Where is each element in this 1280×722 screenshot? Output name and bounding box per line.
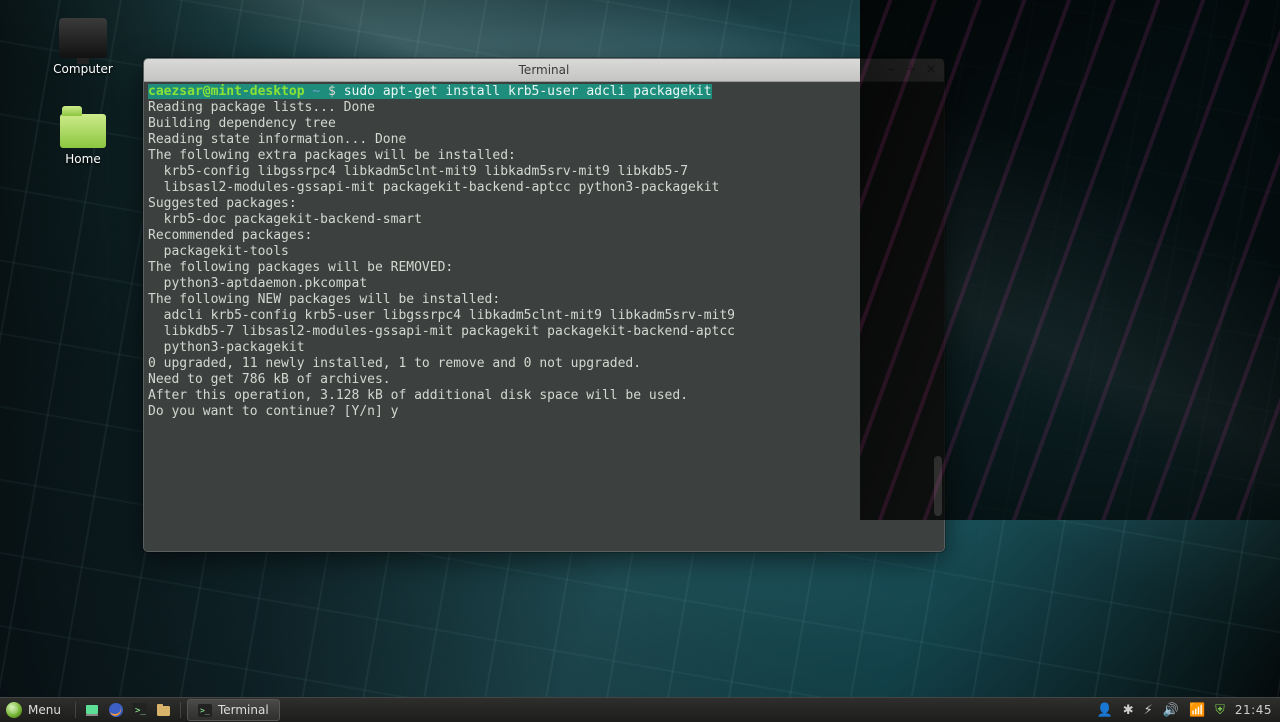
show-desktop-button[interactable]: [82, 700, 102, 720]
terminal-icon: >_: [198, 704, 212, 717]
scrollbar-thumb[interactable]: [934, 456, 942, 516]
terminal-content[interactable]: caezsar@mint-desktop ~ $ sudo apt-get in…: [144, 82, 944, 552]
terminal-window[interactable]: Terminal – + × caezsar@mint-desktop ~ $ …: [143, 58, 945, 552]
shield-icon[interactable]: ⛨: [1215, 703, 1225, 718]
clock[interactable]: 21:45: [1235, 703, 1272, 717]
menu-label: Menu: [28, 703, 61, 717]
battery-icon[interactable]: ⚡: [1144, 703, 1153, 718]
terminal-launcher[interactable]: >_: [130, 700, 150, 720]
taskbar-entry-terminal[interactable]: >_ Terminal: [187, 699, 280, 721]
svg-text:>_: >_: [135, 706, 146, 716]
separator: [180, 702, 181, 718]
firefox-icon: [108, 702, 124, 718]
show-desktop-icon: [85, 703, 99, 717]
desktop-icon-home[interactable]: Home: [38, 108, 128, 166]
user-icon[interactable]: 👤: [1097, 703, 1113, 718]
window-minimize-button[interactable]: –: [882, 61, 900, 77]
taskbar: Menu >_ >_ Terminal 👤 ✱ ⚡ 🔊 📶 ⛨ 21:45: [0, 697, 1280, 722]
window-close-button[interactable]: ×: [922, 61, 940, 77]
prompt-command: sudo apt-get install krb5-user adcli pac…: [344, 84, 712, 99]
taskbar-entry-label: Terminal: [218, 703, 269, 717]
terminal-prompt-line: caezsar@mint-desktop ~ $ sudo apt-get in…: [148, 84, 712, 99]
firefox-launcher[interactable]: [106, 700, 126, 720]
separator: [75, 702, 76, 718]
system-tray: 👤 ✱ ⚡ 🔊 📶 ⛨ 21:45: [1089, 703, 1280, 718]
desktop-icon-label: Computer: [38, 62, 128, 76]
desktop-icon-computer[interactable]: Computer: [38, 18, 128, 76]
folder-home-icon: [60, 114, 106, 148]
window-title: Terminal: [519, 63, 570, 77]
prompt-userhost: caezsar@mint-desktop: [148, 84, 305, 99]
volume-icon[interactable]: 🔊: [1163, 703, 1179, 718]
bluetooth-icon[interactable]: ✱: [1123, 703, 1134, 718]
desktop-icon-label: Home: [38, 152, 128, 166]
window-titlebar[interactable]: Terminal – + ×: [144, 59, 944, 82]
files-icon: [156, 703, 171, 717]
terminal-icon: >_: [132, 703, 147, 717]
window-maximize-button[interactable]: +: [902, 61, 920, 77]
menu-button[interactable]: Menu: [0, 698, 71, 722]
desktop[interactable]: Computer Home Terminal – + × caezsar@min…: [0, 0, 1280, 698]
mint-logo-icon: [6, 702, 22, 718]
monitor-icon: [59, 18, 107, 58]
terminal-output: Reading package lists... Done Building d…: [148, 100, 735, 419]
svg-text:>_: >_: [200, 706, 210, 715]
files-launcher[interactable]: [154, 700, 174, 720]
network-icon[interactable]: 📶: [1189, 703, 1205, 718]
